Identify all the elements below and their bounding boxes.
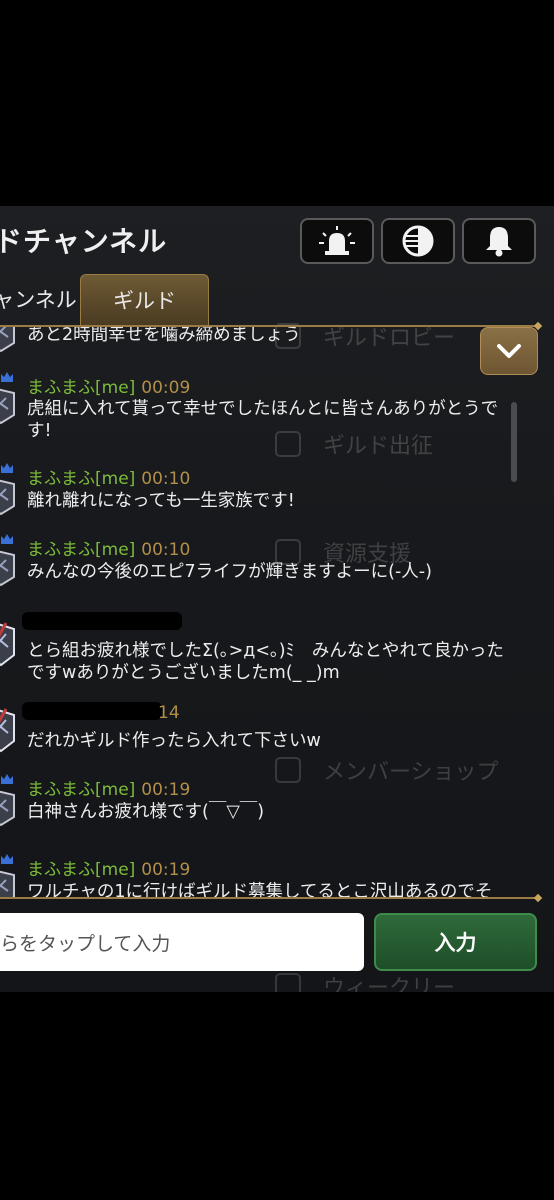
message-author: まふまふ[me] 00:19	[27, 860, 191, 880]
notification-bell-icon	[486, 227, 512, 257]
message-text: だれかギルド作ったら入れて下さいw	[27, 731, 321, 751]
message-text: ワルチャの1に行けばギルド募集してるとこ沢山あるのでそ	[27, 882, 493, 897]
avatar-icon	[0, 622, 15, 667]
avatar-icon	[0, 388, 15, 425]
message-text: とら組お疲れ様でしたΣ(｡>д<｡)ﾐ みんなとやれて良かったですwありがとうご…	[27, 641, 504, 683]
message-time: 00:10	[141, 540, 191, 560]
message-author: まふまふ[me] 00:10	[27, 540, 191, 560]
avatar-icon	[0, 479, 15, 516]
avatar-icon	[0, 550, 15, 587]
crown-icon	[1, 854, 13, 864]
avatar-icon	[0, 870, 15, 897]
chevron-down-icon	[497, 344, 521, 358]
chat-tabs: ャンネル ギルド	[0, 270, 554, 326]
avatar-icon	[0, 708, 15, 753]
message-author: まふまふ[me] 00:19	[27, 780, 191, 800]
tab-guild[interactable]: ギルド	[80, 274, 209, 325]
message-time: 00:09	[141, 378, 191, 398]
send-button[interactable]: 入力	[374, 913, 537, 971]
language-button[interactable]	[381, 218, 455, 264]
message-text: 虎組に入れて貰って幸せでしたほんとに皆さんありがとうです!	[27, 399, 499, 441]
tab-channel[interactable]: ャンネル	[0, 274, 78, 324]
message-time: 14	[158, 703, 180, 723]
crown-icon	[1, 372, 13, 382]
chat-input-row: らをタップして入力 入力	[0, 899, 554, 992]
message-time: 00:19	[141, 780, 191, 800]
message-text: 離れ離れになっても一生家族です!	[27, 491, 295, 511]
redacted-username	[22, 612, 182, 630]
channel-title: ドチャンネル	[0, 225, 168, 258]
chat-messages[interactable]: あと2時間幸せを噛み締めましょう まふまふ[me] 00:09 虎組に入れて貰って…	[0, 327, 540, 897]
message-text: あと2時間幸せを噛み締めましょう	[27, 327, 301, 345]
language-toggle-icon	[402, 225, 434, 257]
crown-icon	[1, 463, 13, 473]
alert-siren-icon	[319, 226, 355, 255]
avatar-icon	[0, 790, 15, 827]
message-time: 00:19	[141, 860, 191, 880]
chat-scrollbar[interactable]	[511, 402, 517, 482]
notification-button[interactable]	[462, 218, 536, 264]
message-text: 白神さんお疲れ様です(￣▽￣)	[27, 802, 265, 822]
alert-button[interactable]	[300, 218, 374, 264]
message-author: まふまふ[me] 00:10	[27, 469, 191, 489]
crown-icon	[1, 774, 13, 784]
message-time: 00:10	[141, 469, 191, 489]
message-author: 14	[158, 703, 180, 723]
chat-header: ドチャンネル	[0, 206, 554, 270]
message-text: みんなの今後のエピ7ライフが輝きますよーに(-人-)	[27, 562, 432, 582]
avatar-icon	[0, 327, 15, 353]
guild-chat-panel: ギルドロビー ギルド出征 資源支援 メンバーショップ ウィークリー ドチャンネル	[0, 206, 554, 992]
crown-icon	[1, 534, 13, 544]
chat-input[interactable]: らをタップして入力	[0, 913, 364, 971]
redacted-username	[22, 702, 162, 720]
scroll-to-bottom-button[interactable]	[480, 327, 538, 375]
message-author: まふまふ[me] 00:09	[27, 378, 191, 398]
